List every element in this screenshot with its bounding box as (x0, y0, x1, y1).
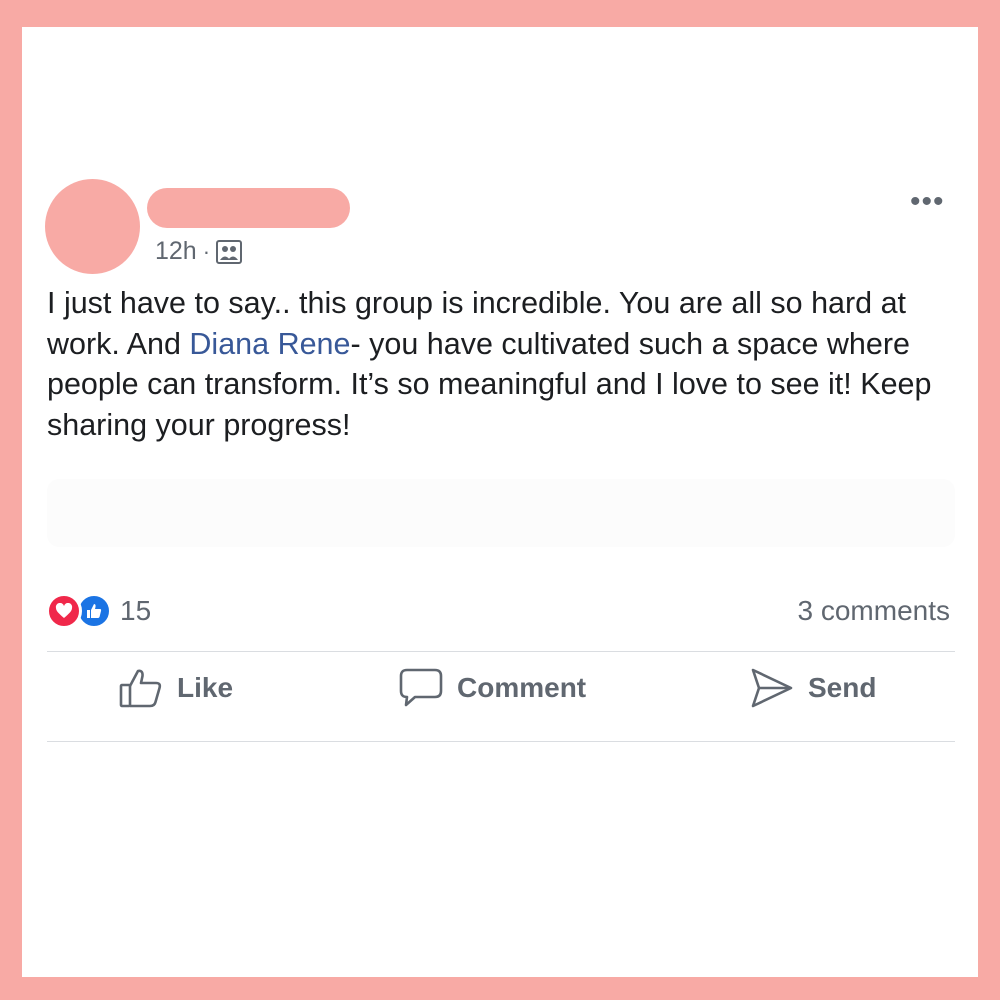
thumbs-up-icon (119, 669, 162, 708)
mention-link[interactable]: Diana Rene (189, 327, 350, 361)
author-name-redacted[interactable] (147, 188, 350, 228)
post-card: 12h · ••• I just have to say.. this grou… (22, 27, 978, 977)
more-options-icon[interactable]: ••• (910, 187, 945, 217)
avatar[interactable] (45, 179, 140, 274)
post-timestamp[interactable]: 12h (155, 237, 197, 266)
attachment-placeholder (47, 479, 955, 547)
meta-separator: · (202, 238, 211, 264)
group-icon (216, 239, 243, 264)
comments-count-link[interactable]: 3 comments (798, 595, 951, 627)
comment-button[interactable]: Comment (399, 667, 586, 709)
send-icon (751, 668, 793, 708)
love-reaction-icon (46, 593, 82, 629)
comment-label: Comment (457, 672, 587, 703)
speech-bubble-icon (399, 668, 443, 707)
post-meta: 12h · (155, 237, 243, 266)
divider (47, 741, 955, 742)
divider (47, 651, 955, 652)
post-text: I just have to say.. this group is incre… (47, 283, 952, 445)
send-button[interactable]: Send (750, 667, 876, 709)
send-label: Send (808, 672, 877, 703)
reaction-count: 15 (120, 595, 152, 626)
action-bar: Like Comment Send (47, 667, 955, 725)
like-label: Like (177, 672, 234, 703)
like-button[interactable]: Like (119, 667, 233, 709)
reactions-summary[interactable]: 15 (46, 593, 151, 629)
